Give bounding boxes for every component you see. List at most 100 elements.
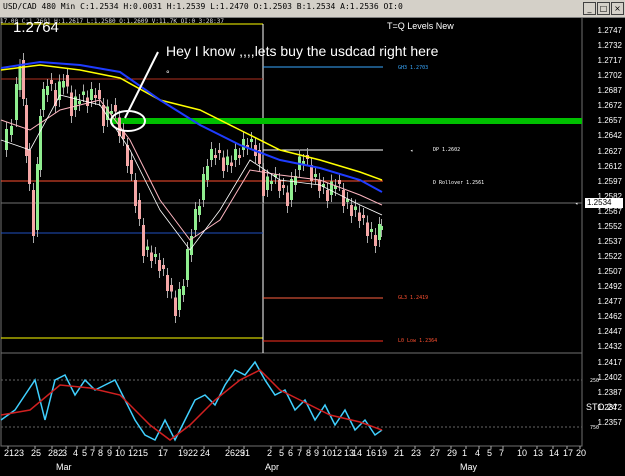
date-tick-label: 12 [332, 448, 343, 458]
candle-body [286, 192, 289, 206]
close-button[interactable]: × [611, 2, 624, 15]
candle-body [178, 289, 181, 310]
candle-body [174, 297, 177, 316]
chart-window: USD/CAD 480 Min C:1.2534 H:0.0031 H:1.25… [0, 0, 625, 476]
price-tick-label: 1.2387 [597, 387, 622, 397]
price-tick-label: 1.2747 [597, 26, 622, 35]
candle-body [278, 180, 281, 191]
price-tick-label: 1.2672 [597, 101, 622, 111]
candle-body [366, 222, 369, 236]
date-tick-label: 9 [107, 448, 113, 458]
candle-body [114, 105, 117, 112]
month-label: Mar [56, 462, 72, 472]
candle-body [42, 89, 45, 110]
level-label-gh3: GH3 1.2703 [398, 65, 429, 71]
date-tick-label: 14 [549, 448, 560, 458]
date-tick-label: 13 [533, 448, 544, 458]
price-tick-label: 1.2357 [597, 417, 622, 427]
candle-body [5, 129, 8, 150]
price-tick-label: 1.2432 [597, 342, 622, 352]
candle-body [282, 185, 285, 188]
price-tick-label: 1.2687 [597, 86, 622, 96]
date-tick-label: 282 [48, 448, 64, 458]
candle-body [66, 75, 69, 87]
price-tick-label: 1.2627 [597, 146, 622, 156]
candle-body [362, 215, 365, 218]
candle-body [166, 275, 169, 291]
level-label-gl3: GL3 1.2419 [398, 295, 429, 301]
price-tick-label: 1.2507 [597, 267, 622, 277]
price-tick-label: 1.2567 [597, 206, 622, 216]
date-tick-label: 4 [73, 448, 79, 458]
candle-body [194, 209, 197, 230]
candle-body [266, 176, 269, 190]
date-tick-label: 5 [82, 448, 88, 458]
candle-body [380, 226, 383, 230]
date-tick-label: 31 [240, 448, 251, 458]
date-tick-label: 6 [288, 448, 294, 458]
price-tick-label: 1.2717 [597, 56, 622, 66]
candle-body [290, 179, 293, 200]
candle-body [238, 155, 241, 158]
candle-body [146, 246, 149, 250]
entry-level-line [110, 118, 582, 124]
level-label-low: L0 Low 1.2364 [398, 338, 438, 344]
date-tick-label: 10 [115, 448, 126, 458]
date-tick-label: 17 [563, 448, 574, 458]
price-tick-label: 1.2537 [597, 236, 622, 246]
oscillator-name: STO 24 [586, 402, 617, 412]
price-tick-label: 1.2552 [597, 221, 622, 231]
candle-body [182, 286, 185, 295]
candle-body [230, 162, 233, 166]
annotation-dot: ° [166, 69, 170, 79]
date-tick-label: 4 [475, 448, 481, 458]
candle-body [10, 126, 13, 135]
date-tick-label: 29 [447, 448, 458, 458]
date-tick-label: 20 [576, 448, 587, 458]
annotation-message: Hey I know ,,,,lets buy the usdcad right… [166, 43, 439, 59]
date-tick-label: 10 [517, 448, 528, 458]
maximize-button[interactable]: □ [597, 2, 610, 15]
window-titlebar[interactable]: USD/CAD 480 Min C:1.2534 H:0.0031 H:1.25… [0, 0, 625, 18]
candle-body [350, 205, 353, 216]
price-tick-label: 1.2522 [597, 252, 622, 262]
date-tick-label: 19 [377, 448, 388, 458]
candle-body [354, 206, 357, 210]
candle-body [202, 174, 205, 200]
candle-body [210, 149, 213, 160]
candle-body [342, 190, 345, 206]
candle-body [134, 180, 137, 206]
date-tick-label: 16 [366, 448, 377, 458]
date-tick-label: 1922 [178, 448, 199, 458]
candle-body [94, 95, 97, 98]
price-tick-label: 1.2447 [597, 327, 622, 337]
price-tick-label: 1.2477 [597, 297, 622, 307]
oscillator-tick-low: 750 [590, 425, 600, 431]
candle-body [46, 86, 49, 95]
date-tick-label: 14 [352, 448, 363, 458]
candle-body [98, 90, 101, 99]
indicator-title: T=Q Levels New [387, 21, 454, 31]
current-price-arrow: ◂ [575, 201, 579, 207]
candle-body [50, 80, 53, 84]
minimize-button[interactable]: _ [583, 2, 596, 15]
last-high-price: 1.2764 [13, 19, 59, 36]
price-tick-label: 1.2732 [597, 41, 622, 51]
candle-body [222, 157, 225, 171]
price-tick-label: 1.2462 [597, 312, 622, 322]
candle-body [90, 89, 93, 100]
candle-body [270, 181, 273, 184]
candle-body [22, 60, 25, 99]
candle-body [130, 160, 133, 174]
candle-body [226, 156, 229, 165]
date-tick-label: 27 [430, 448, 441, 458]
price-tick-label: 1.2642 [597, 131, 622, 141]
candle-body [262, 170, 265, 196]
candle-body [242, 139, 245, 150]
date-tick-label: 7 [90, 448, 96, 458]
price-tick-label: 1.2492 [597, 282, 622, 292]
date-tick-label: 17 [158, 448, 169, 458]
candle-body [162, 265, 165, 269]
date-tick-label: 21 [394, 448, 405, 458]
candle-body [15, 84, 18, 120]
